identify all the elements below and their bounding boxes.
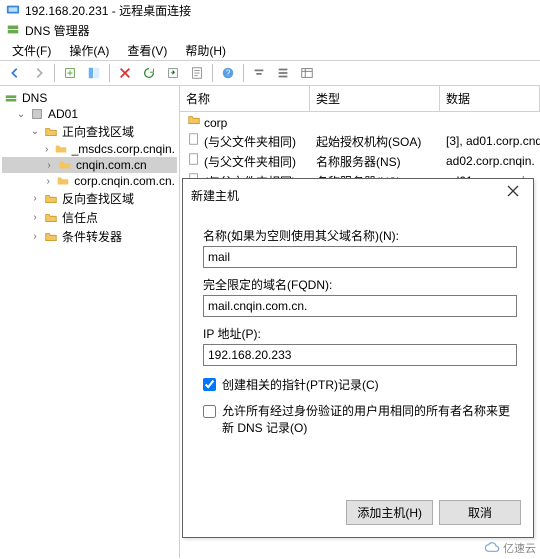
dns-mmc-icon xyxy=(6,22,20,39)
chevron-right-icon[interactable]: › xyxy=(30,212,40,223)
chevron-right-icon[interactable]: › xyxy=(44,176,52,187)
menu-help[interactable]: 帮助(H) xyxy=(177,40,234,61)
delete-button[interactable] xyxy=(114,62,136,84)
chevron-down-icon[interactable]: ⌄ xyxy=(30,126,40,137)
tree-server[interactable]: ⌄ AD01 xyxy=(2,106,177,122)
fqdn-label: 完全限定的域名(FQDN): xyxy=(203,276,517,293)
filter-button[interactable] xyxy=(248,62,270,84)
tree-pane[interactable]: DNS ⌄ AD01 ⌄ 正向查找区域 › _msdcs.corp.cnqin.… xyxy=(0,86,180,558)
col-data[interactable]: 数据 xyxy=(440,86,540,111)
list-row[interactable]: (与父文件夹相同) 起始授权机构(SOA) [3], ad01.corp.cnq xyxy=(180,131,540,151)
list-row[interactable]: (与父文件夹相同) 名称服务器(NS) ad02.corp.cnqin. xyxy=(180,151,540,171)
folder-icon xyxy=(44,192,58,206)
menu-action[interactable]: 操作(A) xyxy=(61,40,117,61)
folder-icon xyxy=(44,211,58,225)
list-button[interactable] xyxy=(272,62,294,84)
tree-zone-cnqin[interactable]: › cnqin.com.cn xyxy=(2,157,177,173)
details-button[interactable] xyxy=(296,62,318,84)
menu-view[interactable]: 查看(V) xyxy=(119,40,175,61)
folder-icon xyxy=(44,125,58,139)
auth-checkbox-row: 允许所有经过身份验证的用户用相同的所有者名称来更新 DNS 记录(O) xyxy=(203,403,517,437)
chevron-right-icon[interactable]: › xyxy=(30,193,40,204)
chevron-right-icon[interactable]: › xyxy=(44,160,54,171)
folder-icon xyxy=(186,113,202,127)
help-button[interactable]: ? xyxy=(217,62,239,84)
rdp-icon xyxy=(6,3,20,17)
record-icon xyxy=(186,132,202,146)
list-header: 名称 类型 数据 xyxy=(180,86,540,112)
toolbar: ? xyxy=(0,60,540,86)
cloud-icon xyxy=(484,540,500,556)
refresh-button[interactable] xyxy=(138,62,160,84)
menu-file[interactable]: 文件(F) xyxy=(4,40,59,61)
export-button[interactable] xyxy=(162,62,184,84)
mmc-title-text: DNS 管理器 xyxy=(25,22,90,39)
cancel-button[interactable]: 取消 xyxy=(439,500,521,525)
chevron-down-icon[interactable]: ⌄ xyxy=(16,109,26,120)
back-button[interactable] xyxy=(4,62,26,84)
ptr-label: 创建相关的指针(PTR)记录(C) xyxy=(222,376,379,393)
watermark-text: 亿速云 xyxy=(503,540,536,556)
list-row[interactable]: corp xyxy=(180,112,540,131)
rdp-title-bar: 192.168.20.231 - 远程桌面连接 xyxy=(0,0,540,20)
forward-button[interactable] xyxy=(28,62,50,84)
dialog-body: 名称(如果为空则使用其父域名称)(N): 完全限定的域名(FQDN): IP 地… xyxy=(183,211,533,492)
tree-zone-corp[interactable]: › corp.cnqin.com.cn. xyxy=(2,173,177,189)
new-button[interactable] xyxy=(59,62,81,84)
new-host-dialog: 新建主机 名称(如果为空则使用其父域名称)(N): 完全限定的域名(FQDN):… xyxy=(182,178,534,538)
add-host-button[interactable]: 添加主机(H) xyxy=(346,500,433,525)
server-icon xyxy=(30,107,44,121)
ptr-checkbox-row: 创建相关的指针(PTR)记录(C) xyxy=(203,376,517,393)
zone-icon xyxy=(56,174,70,188)
chevron-right-icon[interactable]: › xyxy=(44,144,50,155)
auth-label: 允许所有经过身份验证的用户用相同的所有者名称来更新 DNS 记录(O) xyxy=(222,403,517,437)
dialog-title: 新建主机 xyxy=(191,187,239,204)
tree-conditional-fwd[interactable]: › 条件转发器 xyxy=(2,227,177,246)
tree-reverse-zones[interactable]: › 反向查找区域 xyxy=(2,189,177,208)
watermark: 亿速云 xyxy=(484,540,536,556)
mmc-title-bar: DNS 管理器 xyxy=(0,20,540,40)
menu-bar: 文件(F) 操作(A) 查看(V) 帮助(H) xyxy=(0,40,540,60)
fqdn-input[interactable] xyxy=(203,295,517,317)
name-label: 名称(如果为空则使用其父域名称)(N): xyxy=(203,227,517,244)
rdp-title-text: 192.168.20.231 - 远程桌面连接 xyxy=(25,2,191,19)
col-type[interactable]: 类型 xyxy=(310,86,440,111)
show-tree-button[interactable] xyxy=(83,62,105,84)
ip-input[interactable] xyxy=(203,344,517,366)
tree-forward-zones[interactable]: ⌄ 正向查找区域 xyxy=(2,122,177,141)
tree-zone-msdcs[interactable]: › _msdcs.corp.cnqin. xyxy=(2,141,177,157)
chevron-right-icon[interactable]: › xyxy=(30,231,40,242)
dialog-buttons: 添加主机(H) 取消 xyxy=(183,492,533,537)
name-input[interactable] xyxy=(203,246,517,268)
dialog-titlebar: 新建主机 xyxy=(183,179,533,211)
tree-root[interactable]: DNS xyxy=(2,90,177,106)
zone-icon xyxy=(58,158,72,172)
zone-icon xyxy=(54,142,68,156)
ip-label: IP 地址(P): xyxy=(203,325,517,342)
record-icon xyxy=(186,152,202,166)
folder-icon xyxy=(44,230,58,244)
properties-button[interactable] xyxy=(186,62,208,84)
auth-checkbox[interactable] xyxy=(203,405,216,418)
svg-text:?: ? xyxy=(226,69,231,78)
dns-icon xyxy=(4,91,18,105)
col-name[interactable]: 名称 xyxy=(180,86,310,111)
tree-trust-points[interactable]: › 信任点 xyxy=(2,208,177,227)
ptr-checkbox[interactable] xyxy=(203,378,216,391)
close-button[interactable] xyxy=(501,185,525,205)
